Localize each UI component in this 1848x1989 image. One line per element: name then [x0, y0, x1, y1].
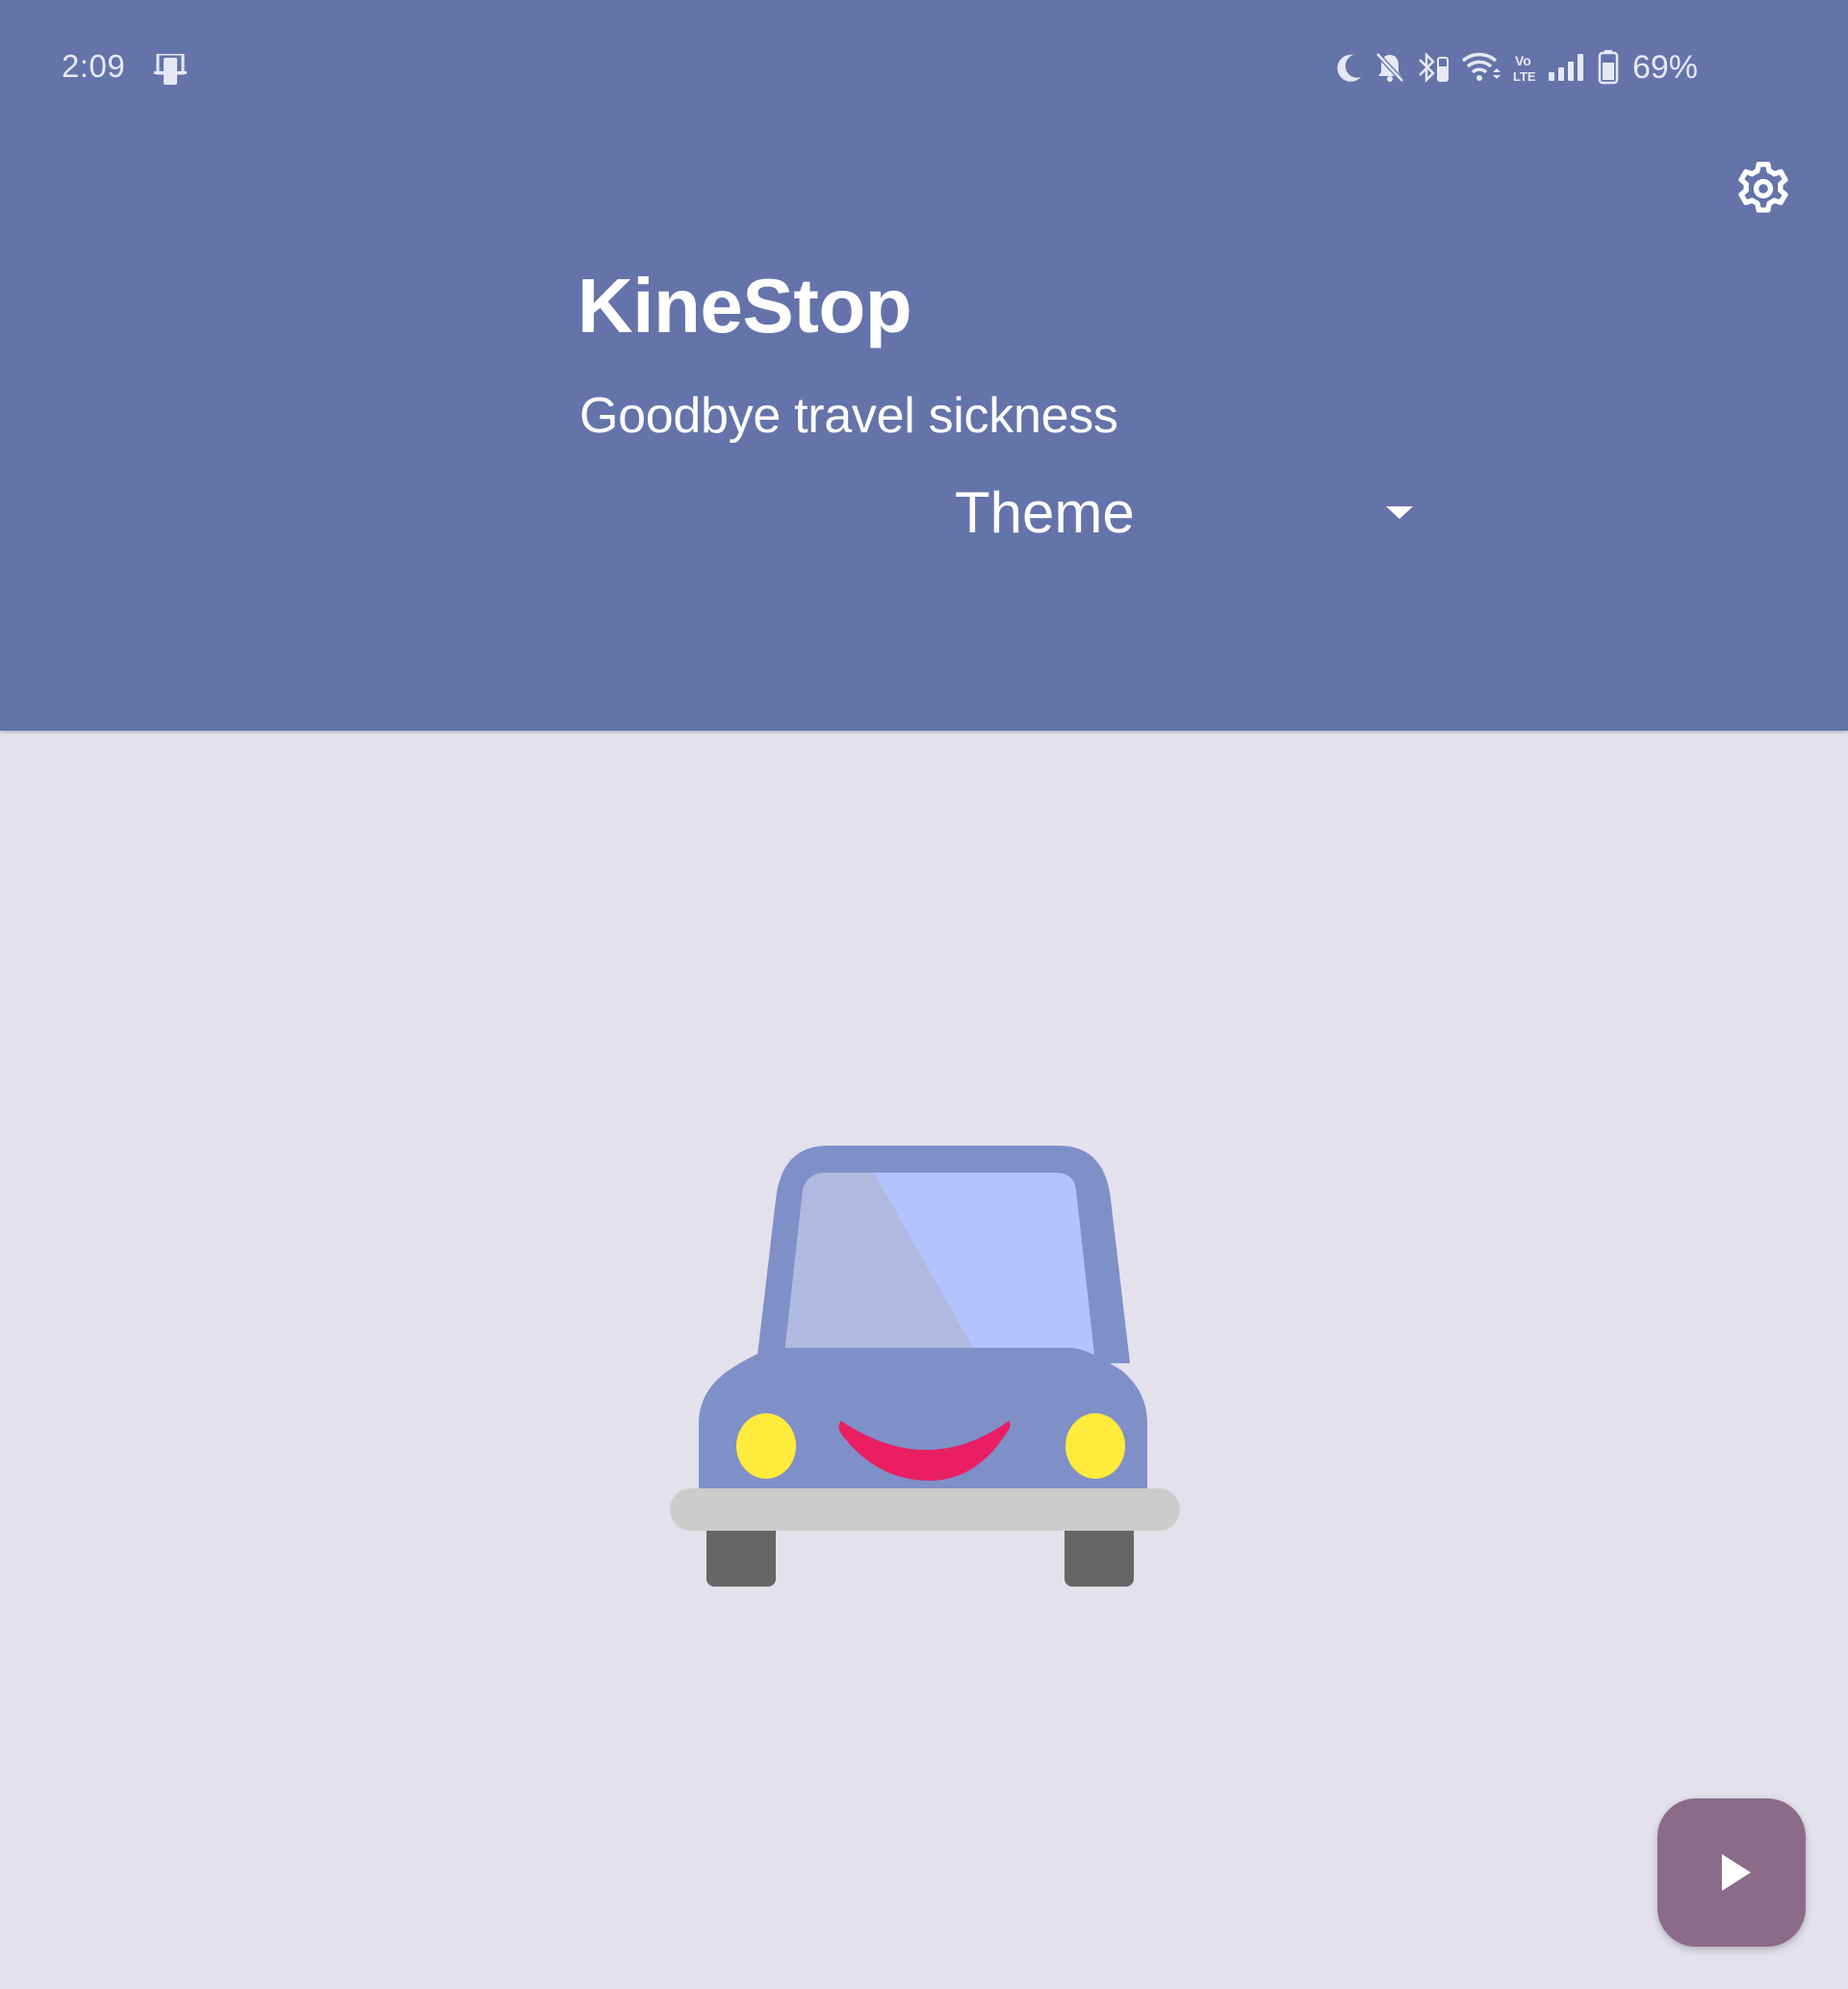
volte-icon: Vo LTE [1513, 53, 1536, 84]
svg-text:Vo: Vo [1515, 53, 1531, 68]
screen-cast-icon [154, 54, 187, 85]
theme-dropdown[interactable]: Theme [943, 474, 1424, 558]
app-title: KineStop [578, 263, 912, 349]
dropdown-arrow-icon [1386, 506, 1413, 519]
cellular-signal-icon [1548, 54, 1583, 81]
do-not-disturb-moon-icon [1337, 54, 1361, 82]
status-bar: 2:09 Vo LTE 69% [0, 0, 1848, 135]
smiling-car-illustration [670, 1146, 1180, 1587]
status-icons: Vo LTE 69% [1334, 48, 1698, 87]
left-headlight [736, 1413, 796, 1479]
battery-percent: 69% [1631, 48, 1698, 86]
bluetooth-battery-icon [1419, 51, 1449, 84]
status-time: 2:09 [62, 48, 126, 84]
svg-text:LTE: LTE [1513, 69, 1536, 84]
app-subtitle: Goodbye travel sickness [579, 388, 1118, 444]
right-headlight [1065, 1413, 1125, 1479]
theme-dropdown-label: Theme [955, 480, 1135, 545]
battery-icon [1598, 50, 1619, 85]
play-icon [1722, 1854, 1751, 1891]
settings-gear-icon[interactable] [1732, 158, 1794, 220]
notifications-muted-icon [1375, 52, 1404, 83]
bumper [670, 1488, 1180, 1531]
wifi-icon [1461, 53, 1501, 81]
app-header: 2:09 Vo LTE 69% KineStop Goodbye travel … [0, 0, 1848, 731]
start-play-button[interactable] [1657, 1798, 1806, 1947]
